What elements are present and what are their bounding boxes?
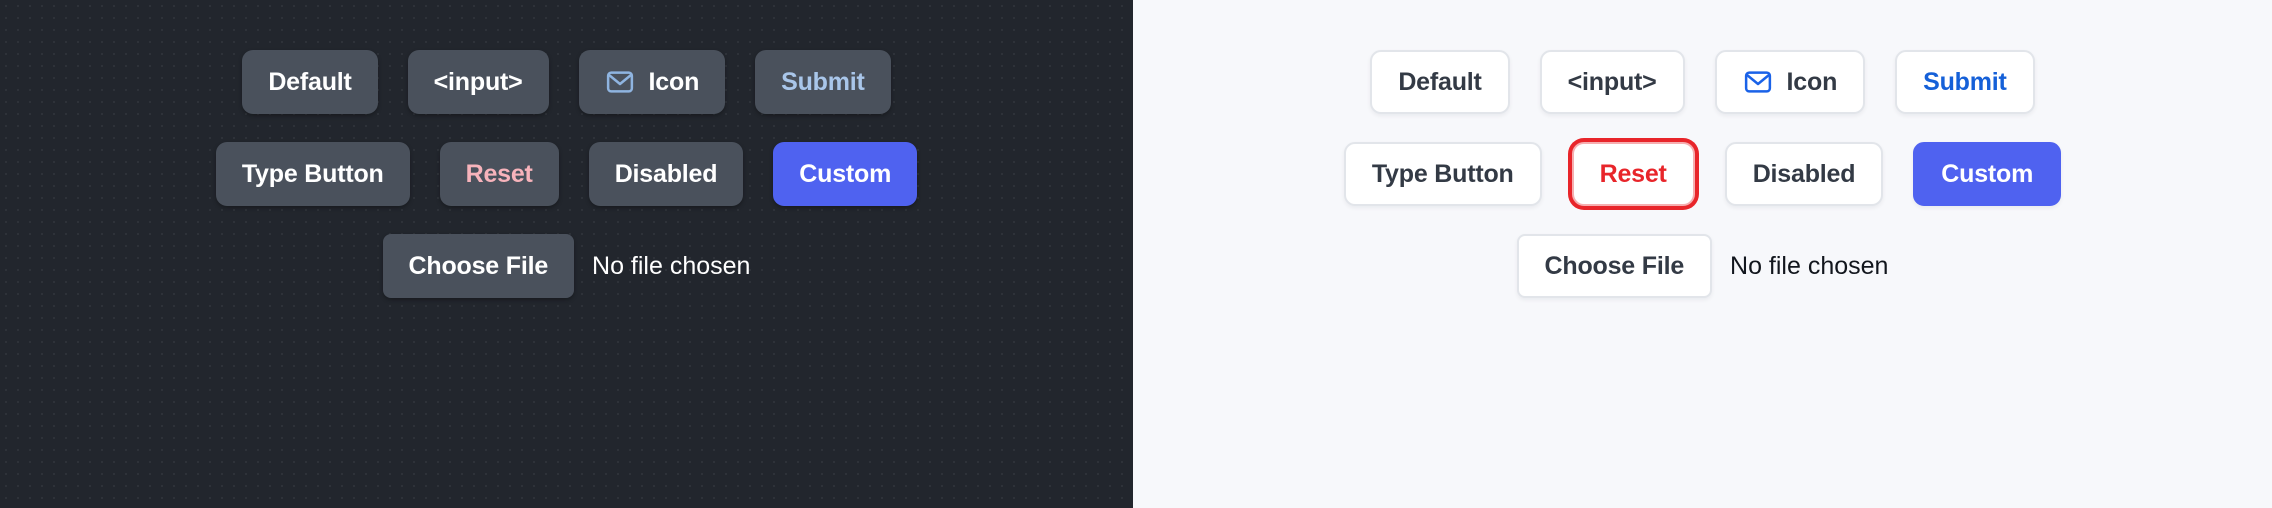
choose-file-button-label: Choose File	[408, 251, 549, 280]
submit-button[interactable]: Submit	[1895, 50, 2035, 114]
input-button[interactable]: <input>	[407, 50, 549, 114]
icon-button[interactable]: Icon	[578, 50, 726, 114]
reset-button[interactable]: Reset	[439, 142, 559, 206]
dark-theme-panel: Default <input> Icon Submit Type Button …	[0, 0, 1133, 508]
button-variants-comparison: Default <input> Icon Submit Type Button …	[0, 0, 2272, 508]
submit-button[interactable]: Submit	[755, 50, 891, 114]
type-button-label: Type Button	[241, 159, 384, 188]
default-button-label: Default	[268, 67, 352, 96]
reset-button-label: Reset	[465, 159, 533, 188]
choose-file-button-label: Choose File	[1544, 251, 1685, 280]
custom-button[interactable]: Custom	[1913, 142, 2062, 206]
default-button-label: Default	[1398, 67, 1482, 96]
input-button-label: <input>	[433, 67, 523, 96]
custom-button[interactable]: Custom	[773, 142, 918, 206]
disabled-button: Disabled	[1724, 142, 1884, 206]
custom-button-label: Custom	[1941, 159, 2034, 188]
file-status-text: No file chosen	[1730, 251, 1889, 280]
icon-button-label: Icon	[648, 67, 700, 96]
icon-button-label: Icon	[1786, 67, 1838, 96]
primary-button-row: Default <input> Icon Submit	[242, 50, 891, 114]
icon-button[interactable]: Icon	[1714, 50, 1866, 114]
light-theme-panel: Default <input> Icon Submit Type Button …	[1133, 0, 2272, 508]
secondary-button-row: Type Button Reset Disabled Custom	[215, 142, 918, 206]
secondary-button-row: Type Button Reset Disabled Custom	[1343, 142, 2062, 206]
disabled-button: Disabled	[588, 142, 744, 206]
mail-icon	[605, 67, 635, 97]
custom-button-label: Custom	[799, 159, 892, 188]
default-button[interactable]: Default	[242, 50, 378, 114]
reset-button[interactable]: Reset	[1571, 142, 1695, 206]
type-button[interactable]: Type Button	[1343, 142, 1542, 206]
file-input-row: Choose File No file chosen	[382, 234, 751, 298]
primary-button-row: Default <input> Icon Submit	[1370, 50, 2035, 114]
input-button-label: <input>	[1567, 67, 1657, 96]
file-input-row: Choose File No file chosen	[1516, 234, 1889, 298]
type-button-label: Type Button	[1371, 159, 1514, 188]
mail-icon	[1743, 67, 1773, 97]
submit-button-label: Submit	[1923, 67, 2007, 96]
disabled-button-label: Disabled	[1752, 159, 1856, 188]
submit-button-label: Submit	[781, 67, 865, 96]
choose-file-button[interactable]: Choose File	[1516, 234, 1713, 298]
default-button[interactable]: Default	[1370, 50, 1510, 114]
file-status-text: No file chosen	[592, 251, 751, 280]
type-button[interactable]: Type Button	[215, 142, 410, 206]
reset-button-label: Reset	[1599, 159, 1667, 188]
choose-file-button[interactable]: Choose File	[382, 234, 575, 298]
disabled-button-label: Disabled	[614, 159, 718, 188]
input-button[interactable]: <input>	[1539, 50, 1685, 114]
